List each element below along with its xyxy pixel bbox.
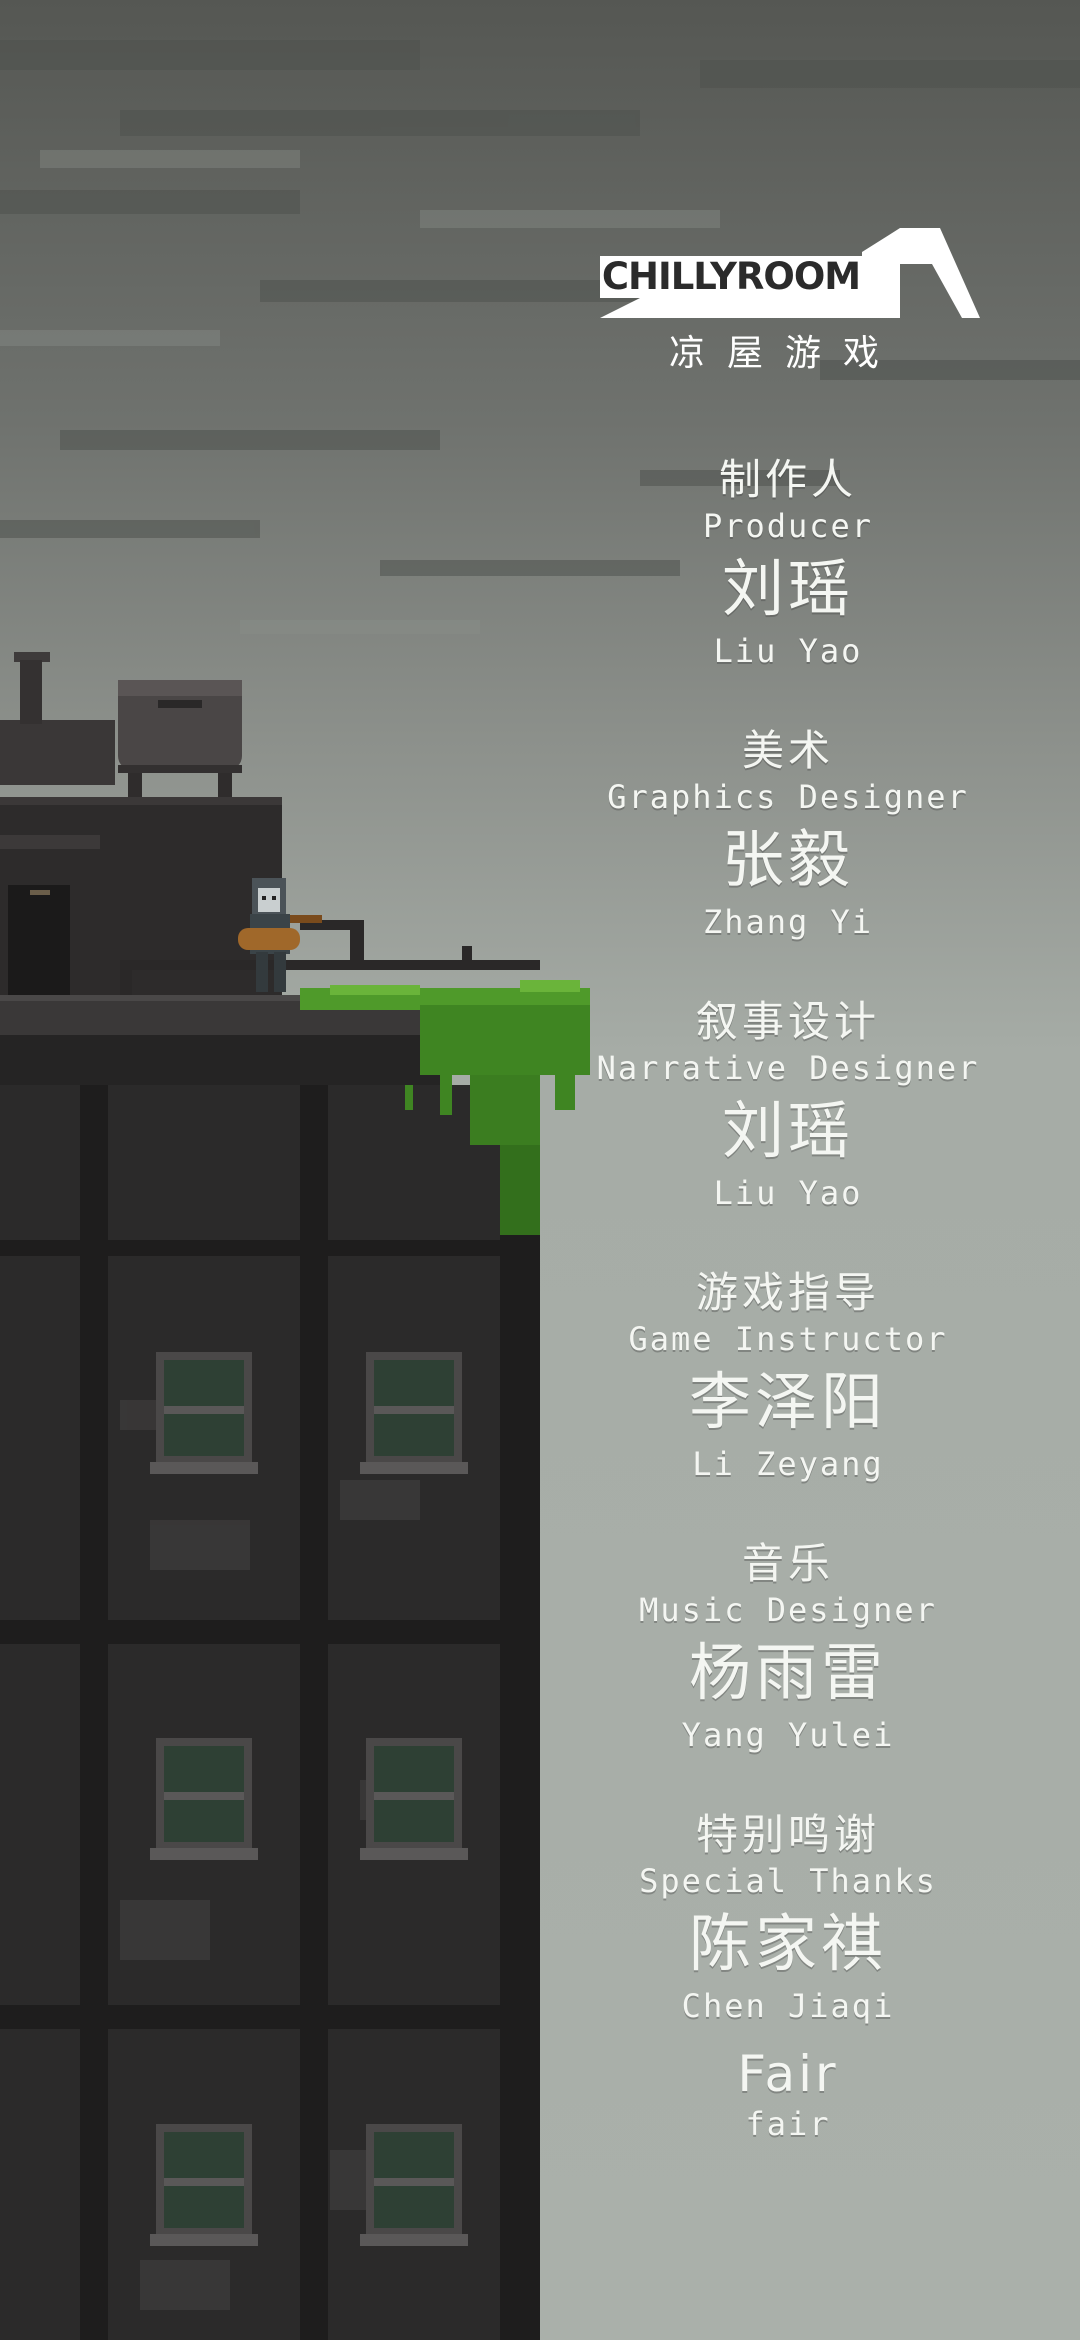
person-name-cn: 李泽阳	[688, 1365, 887, 1438]
credit-producer: 制作人 Producer 刘瑶 Liu Yao	[588, 452, 988, 670]
role-title-en: Game Instructor	[628, 1320, 948, 1358]
person-name-en: Chen Jiaqi	[681, 1987, 895, 2025]
person-name-en: Liu Yao	[713, 1174, 863, 1212]
person-name-en: Yang Yulei	[681, 1716, 895, 1754]
chillyroom-logo: CHILLYROOM 凉屋游戏	[600, 228, 980, 378]
person-name-cn: 刘瑶	[721, 552, 854, 625]
thanks-name: Fair	[737, 2045, 839, 2103]
person-name-cn: 杨雨雷	[688, 1636, 887, 1709]
role-title-cn: 制作人	[718, 455, 857, 504]
role-title-en: Music Designer	[639, 1591, 937, 1629]
role-title-cn: 美术	[741, 726, 834, 775]
role-title-cn: 游戏指导	[695, 1268, 880, 1317]
logo-wordmark: CHILLYROOM	[600, 255, 862, 298]
role-title-cn: 叙事设计	[695, 997, 880, 1046]
credit-graphics: 美术 Graphics Designer 张毅 Zhang Yi	[588, 723, 988, 941]
person-name-en: Zhang Yi	[702, 903, 874, 941]
role-title-cn: 音乐	[741, 1539, 834, 1588]
credit-game-instructor: 游戏指导 Game Instructor 李泽阳 Li Zeyang	[588, 1265, 988, 1483]
role-title-cn: 特别鸣谢	[695, 1810, 880, 1859]
person-name-cn: 陈家祺	[688, 1907, 887, 1980]
person-name-cn: 刘瑶	[721, 1094, 854, 1167]
credits-list: 制作人 Producer 刘瑶 Liu Yao 美术 Graphics Desi…	[588, 452, 988, 2196]
person-name-en: Li Zeyang	[692, 1445, 884, 1483]
credit-music: 音乐 Music Designer 杨雨雷 Yang Yulei	[588, 1536, 988, 1754]
person-name-cn: 张毅	[721, 823, 854, 896]
thanks-handle: fair	[745, 2105, 831, 2143]
person-name-en: Liu Yao	[713, 632, 863, 670]
role-title-en: Special Thanks	[639, 1862, 937, 1900]
credit-narrative: 叙事设计 Narrative Designer 刘瑶 Liu Yao	[588, 994, 988, 1212]
logo-subtitle: 凉屋游戏	[668, 333, 901, 374]
role-title-en: Narrative Designer	[596, 1049, 980, 1087]
role-title-en: Graphics Designer	[607, 778, 969, 816]
credit-special-thanks: 特别鸣谢 Special Thanks 陈家祺 Chen Jiaqi	[588, 1807, 988, 2025]
role-title-en: Producer	[702, 507, 874, 545]
credit-extra-thanks: Fair fair	[588, 2043, 988, 2143]
